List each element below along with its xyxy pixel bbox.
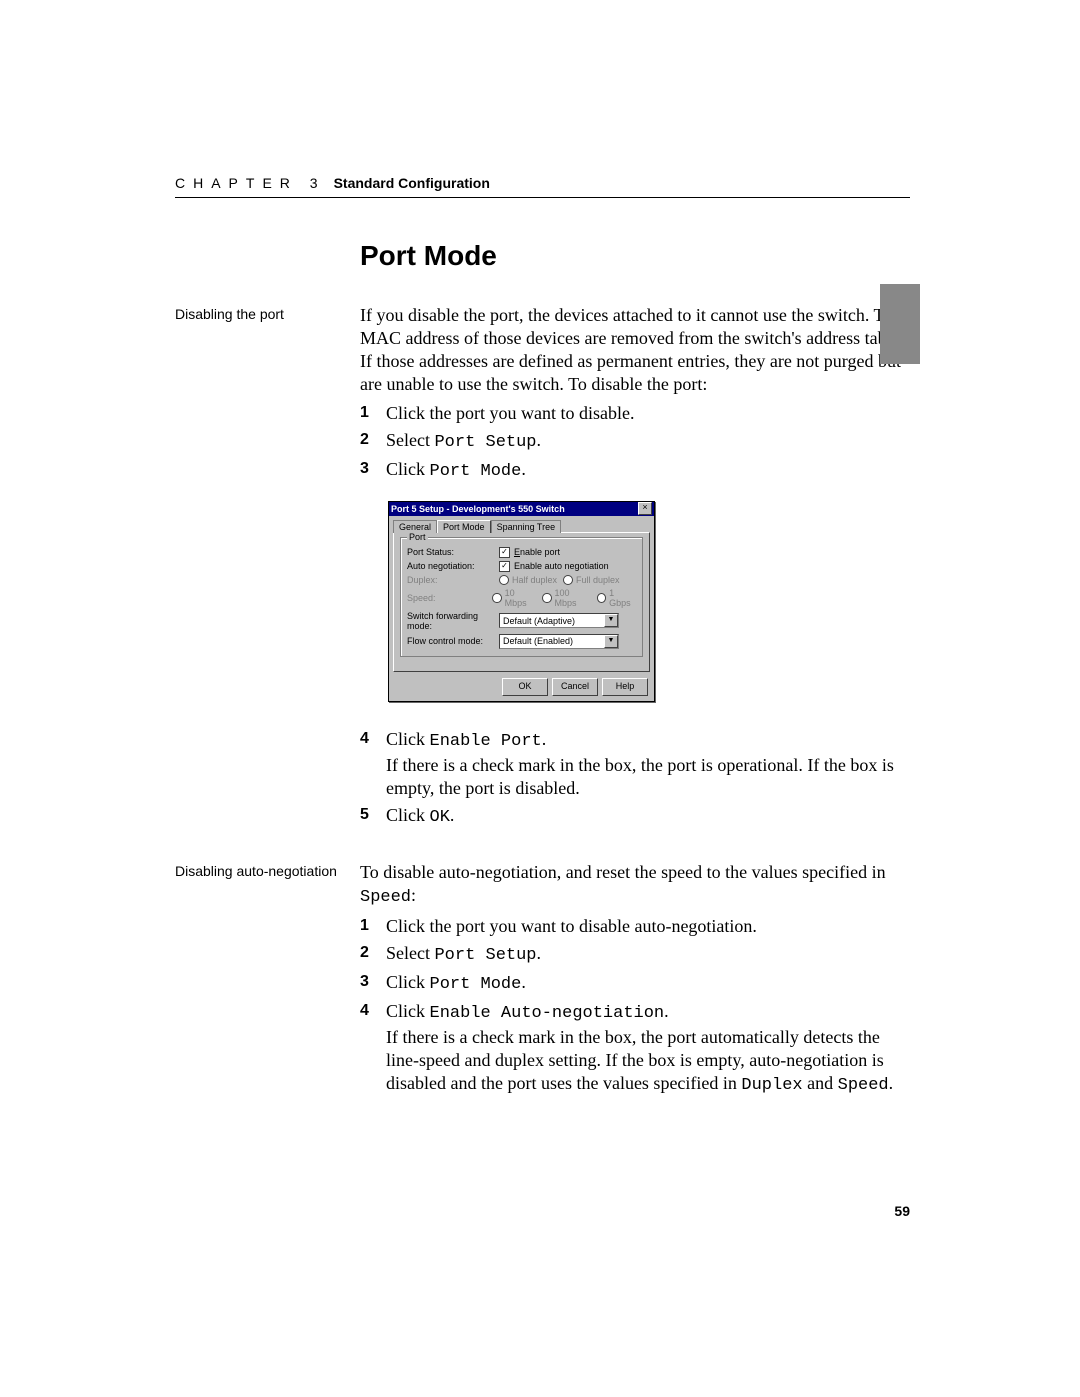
dialog-button-row: OK Cancel Help [389, 676, 654, 701]
cancel-button[interactable]: Cancel [552, 678, 598, 696]
dialog-title: Port 5 Setup - Development's 550 Switch [391, 504, 638, 514]
row-fwd-mode: Switch forwarding mode: Default (Adaptiv… [407, 611, 636, 631]
steps-list-1b: 4 Click Enable Port. If there is a check… [360, 728, 910, 830]
intro-paragraph-2: To disable auto-negotiation, and reset t… [360, 861, 910, 909]
close-icon[interactable]: × [638, 502, 652, 515]
group-port: Port Port Status: Enable port Auto negot… [400, 537, 643, 657]
step-1: 1Click the port you want to disable. [360, 402, 910, 425]
step2-3: 3Click Port Mode. [360, 971, 910, 996]
dialog-titlebar: Port 5 Setup - Development's 550 Switch … [389, 502, 654, 516]
chapter-title: Standard Configuration [334, 175, 490, 191]
dialog-tabs: General Port Mode Spanning Tree [389, 516, 654, 532]
content-grid: Port Mode Disabling the port If you disa… [175, 240, 910, 1101]
chevron-down-icon: ▼ [604, 614, 618, 627]
radio-1gbps[interactable] [597, 593, 606, 603]
row-auto-neg: Auto negotiation: Enable auto negotiatio… [407, 561, 636, 572]
dialog-panel: Port Port Status: Enable port Auto negot… [393, 532, 650, 672]
radio-10mbps[interactable] [492, 593, 501, 603]
row-port-status: Port Status: Enable port [407, 547, 636, 558]
thumb-tab [880, 284, 920, 364]
tab-spanning-tree[interactable]: Spanning Tree [491, 520, 562, 533]
radio-half-duplex[interactable] [499, 575, 509, 585]
steps-continuation-1: 4 Click Enable Port. If there is a check… [360, 722, 910, 834]
step2-4-sub: If there is a check mark in the box, the… [386, 1026, 910, 1097]
page: CHAPTER 3 Standard Configuration Port Mo… [0, 0, 1080, 1397]
steps-list-1a: 1Click the port you want to disable. 2Se… [360, 402, 910, 483]
step-3: 3Click Port Mode. [360, 458, 910, 483]
help-button[interactable]: Help [602, 678, 648, 696]
step-2: 2Select Port Setup. [360, 429, 910, 454]
section-disable-auto: To disable auto-negotiation, and reset t… [360, 861, 910, 1101]
select-fwd-mode[interactable]: Default (Adaptive)▼ [499, 613, 619, 628]
page-heading: Port Mode [360, 240, 910, 272]
dialog-screenshot: Port 5 Setup - Development's 550 Switch … [388, 501, 910, 702]
step-4: 4 Click Enable Port. If there is a check… [360, 728, 910, 801]
step2-1: 1Click the port you want to disable auto… [360, 915, 910, 938]
radio-full-duplex[interactable] [563, 575, 573, 585]
side-note-disable-auto: Disabling auto-negotiation [175, 861, 360, 1101]
select-flow-mode[interactable]: Default (Enabled)▼ [499, 634, 619, 649]
section-disable-port: If you disable the port, the devices att… [360, 304, 910, 487]
chevron-down-icon: ▼ [604, 635, 618, 648]
chapter-number: CHAPTER 3 [175, 175, 326, 191]
side-note-disable-port: Disabling the port [175, 304, 360, 487]
group-label: Port [407, 532, 428, 542]
tab-port-mode[interactable]: Port Mode [437, 520, 491, 533]
step-4-sub: If there is a check mark in the box, the… [386, 754, 910, 800]
intro-paragraph: If you disable the port, the devices att… [360, 304, 910, 396]
step-5: 5Click OK. [360, 804, 910, 829]
step2-2: 2Select Port Setup. [360, 942, 910, 967]
checkbox-enable-port[interactable] [499, 547, 510, 558]
steps-list-2: 1Click the port you want to disable auto… [360, 915, 910, 1097]
row-speed: Speed: 10 Mbps 100 Mbps 1 Gbps [407, 588, 636, 608]
dialog-window: Port 5 Setup - Development's 550 Switch … [388, 501, 655, 702]
row-duplex: Duplex: Half duplex Full duplex [407, 575, 636, 585]
step2-4: 4 Click Enable Auto-negotiation. If ther… [360, 1000, 910, 1098]
page-number: 59 [894, 1203, 910, 1219]
checkbox-enable-auto[interactable] [499, 561, 510, 572]
ok-button[interactable]: OK [502, 678, 548, 696]
radio-100mbps[interactable] [542, 593, 551, 603]
row-flow-mode: Flow control mode: Default (Enabled)▼ [407, 634, 636, 649]
running-header: CHAPTER 3 Standard Configuration [175, 175, 910, 198]
